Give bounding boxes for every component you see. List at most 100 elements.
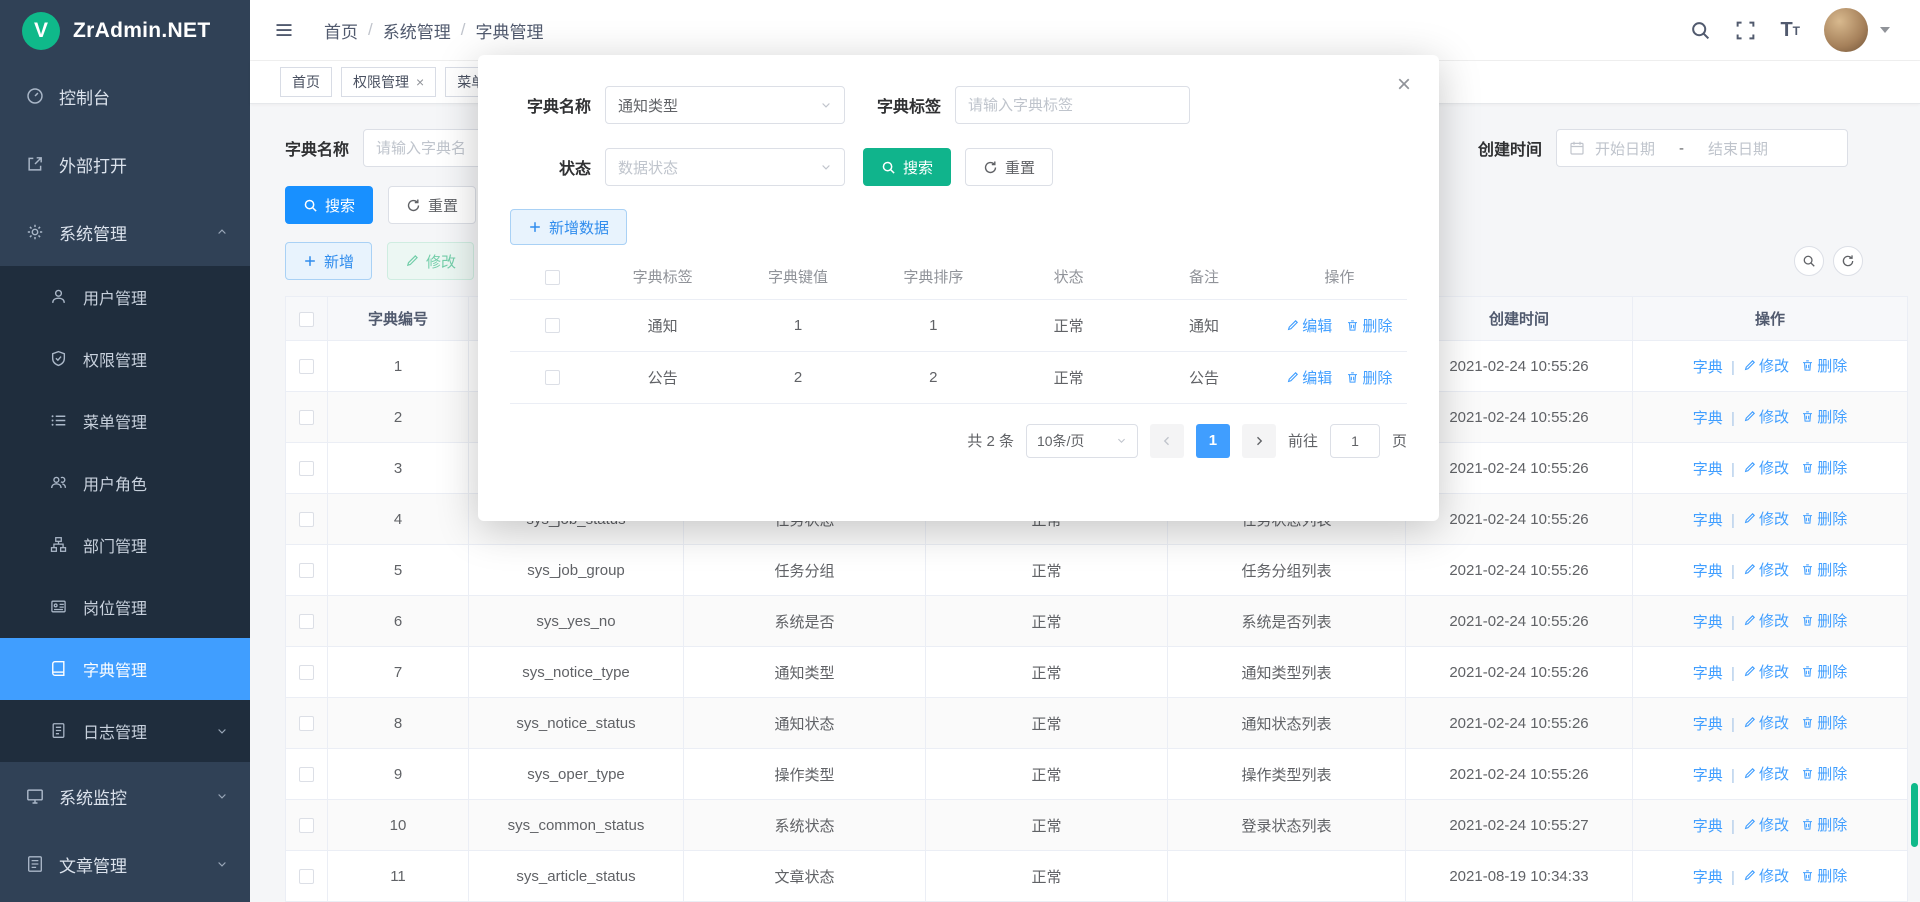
page-size-select[interactable]: 10条/页 — [1026, 424, 1138, 458]
sidebar-item-departments[interactable]: 部门管理 — [0, 514, 250, 576]
dict-type-link[interactable]: sys_common_status — [469, 800, 684, 851]
tab-permissions[interactable]: 权限管理 × — [341, 67, 436, 97]
dict-type-link[interactable]: sys_yes_no — [469, 596, 684, 647]
sidebar-item-articles[interactable]: 文章管理 — [0, 830, 250, 898]
sidebar-item-posts[interactable]: 岗位管理 — [0, 576, 250, 638]
tab-home[interactable]: 首页 — [280, 67, 332, 97]
sidebar-item-dashboard[interactable]: 控制台 — [0, 62, 250, 130]
fullscreen-icon[interactable] — [1735, 20, 1756, 41]
edit-link[interactable]: 修改 — [1743, 457, 1789, 478]
sidebar-item-monitor[interactable]: 系统监控 — [0, 762, 250, 830]
page-scrollbar[interactable] — [1911, 783, 1918, 847]
edit-link[interactable]: 修改 — [1743, 508, 1789, 529]
select-all-checkbox[interactable] — [545, 270, 560, 285]
delete-link[interactable]: 删除 — [1801, 457, 1847, 478]
delete-link[interactable]: 删除 — [1801, 712, 1847, 733]
row-checkbox[interactable] — [299, 461, 314, 476]
row-checkbox[interactable] — [299, 869, 314, 884]
dict-type-link[interactable]: sys_notice_type — [469, 647, 684, 698]
row-checkbox[interactable] — [299, 818, 314, 833]
dialog-reset-button[interactable]: 重置 — [965, 148, 1053, 186]
status-select[interactable]: 数据状态 — [605, 148, 845, 186]
row-checkbox[interactable] — [299, 716, 314, 731]
breadcrumb-system[interactable]: 系统管理 — [383, 18, 451, 43]
row-checkbox[interactable] — [299, 359, 314, 374]
refresh-icon[interactable] — [1833, 246, 1863, 276]
sidebar-item-permissions[interactable]: 权限管理 — [0, 328, 250, 390]
dict-data-link[interactable]: 字典 — [1693, 407, 1723, 428]
delete-link[interactable]: 删除 — [1801, 610, 1847, 631]
sidebar-toggle-icon[interactable] — [274, 20, 294, 40]
dict-data-link[interactable]: 字典 — [1693, 713, 1723, 734]
row-checkbox[interactable] — [299, 665, 314, 680]
edit-link[interactable]: 修改 — [1743, 865, 1789, 886]
edit-link[interactable]: 修改 — [1743, 712, 1789, 733]
dict-data-link[interactable]: 字典 — [1693, 815, 1723, 836]
dict-data-link[interactable]: 字典 — [1693, 662, 1723, 683]
date-range-picker[interactable]: 开始日期 - 结束日期 — [1556, 129, 1848, 167]
row-checkbox[interactable] — [299, 563, 314, 578]
add-button[interactable]: 新增 — [285, 242, 372, 280]
delete-link[interactable]: 删除 — [1801, 508, 1847, 529]
edit-link[interactable]: 修改 — [1743, 814, 1789, 835]
dict-label-input[interactable] — [955, 86, 1190, 124]
row-checkbox[interactable] — [299, 512, 314, 527]
sidebar-item-dictionary[interactable]: 字典管理 — [0, 638, 250, 700]
sidebar-item-external[interactable]: 外部打开 — [0, 130, 250, 198]
dict-data-link[interactable]: 字典 — [1693, 356, 1723, 377]
delete-link[interactable]: 删除 — [1801, 814, 1847, 835]
dict-name-select[interactable]: 通知类型 — [605, 86, 845, 124]
close-icon[interactable]: × — [1397, 73, 1411, 97]
add-data-button[interactable]: 新增数据 — [510, 209, 627, 245]
sidebar-item-system[interactable]: 系统管理 — [0, 198, 250, 266]
row-checkbox[interactable] — [299, 410, 314, 425]
dict-type-link[interactable]: sys_oper_type — [469, 749, 684, 800]
logo[interactable]: V ZrAdmin.NET — [0, 0, 250, 62]
page-number-button[interactable]: 1 — [1196, 424, 1230, 458]
sidebar-item-users[interactable]: 用户管理 — [0, 266, 250, 328]
sidebar-item-roles[interactable]: 用户角色 — [0, 452, 250, 514]
row-checkbox[interactable] — [545, 318, 560, 333]
delete-link[interactable]: 删除 — [1801, 661, 1847, 682]
edit-link[interactable]: 修改 — [1743, 661, 1789, 682]
sidebar-item-menus[interactable]: 菜单管理 — [0, 390, 250, 452]
reset-button[interactable]: 重置 — [388, 186, 476, 224]
dict-type-link[interactable]: sys_notice_status — [469, 698, 684, 749]
row-checkbox[interactable] — [299, 767, 314, 782]
edit-link[interactable]: 修改 — [1743, 406, 1789, 427]
delete-link[interactable]: 删除 — [1346, 367, 1392, 388]
delete-link[interactable]: 删除 — [1801, 355, 1847, 376]
edit-link[interactable]: 编辑 — [1286, 367, 1332, 388]
toggle-search-icon[interactable] — [1794, 246, 1824, 276]
dict-data-link[interactable]: 字典 — [1693, 458, 1723, 479]
next-page-button[interactable] — [1242, 424, 1276, 458]
edit-link[interactable]: 修改 — [1743, 610, 1789, 631]
search-button[interactable]: 搜索 — [285, 186, 373, 224]
delete-link[interactable]: 删除 — [1801, 865, 1847, 886]
search-icon[interactable] — [1690, 20, 1711, 41]
edit-link[interactable]: 修改 — [1743, 559, 1789, 580]
delete-link[interactable]: 删除 — [1801, 406, 1847, 427]
dict-type-link[interactable]: sys_article_status — [469, 851, 684, 902]
edit-link[interactable]: 编辑 — [1286, 315, 1332, 336]
row-checkbox[interactable] — [545, 370, 560, 385]
breadcrumb-home[interactable]: 首页 — [324, 18, 358, 43]
dict-data-link[interactable]: 字典 — [1693, 866, 1723, 887]
dict-data-link[interactable]: 字典 — [1693, 560, 1723, 581]
font-size-icon[interactable]: TT — [1780, 20, 1800, 40]
avatar[interactable] — [1824, 8, 1868, 52]
chevron-down-icon[interactable] — [1880, 27, 1890, 33]
dict-data-link[interactable]: 字典 — [1693, 764, 1723, 785]
select-all-checkbox[interactable] — [299, 312, 314, 327]
edit-button[interactable]: 修改 — [387, 242, 474, 280]
prev-page-button[interactable] — [1150, 424, 1184, 458]
delete-link[interactable]: 删除 — [1801, 559, 1847, 580]
edit-link[interactable]: 修改 — [1743, 355, 1789, 376]
dialog-search-button[interactable]: 搜索 — [863, 148, 951, 186]
sidebar-item-logs[interactable]: 日志管理 — [0, 700, 250, 762]
delete-link[interactable]: 删除 — [1346, 315, 1392, 336]
dict-data-link[interactable]: 字典 — [1693, 611, 1723, 632]
edit-link[interactable]: 修改 — [1743, 763, 1789, 784]
row-checkbox[interactable] — [299, 614, 314, 629]
goto-page-input[interactable] — [1330, 424, 1380, 458]
